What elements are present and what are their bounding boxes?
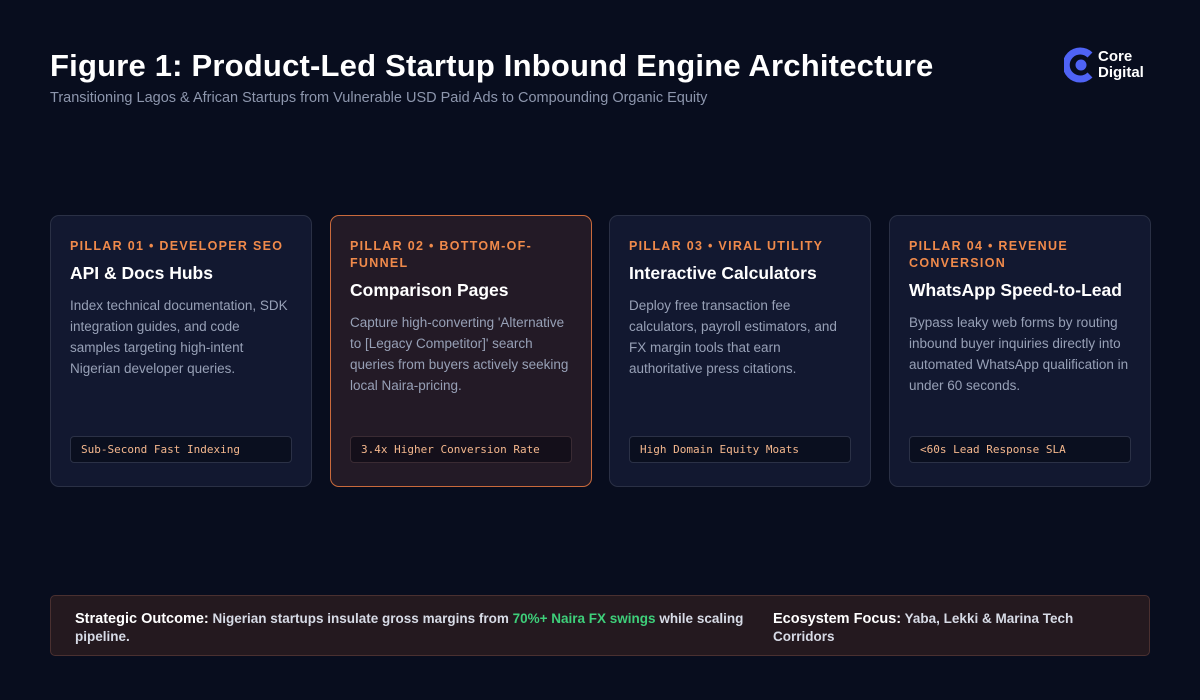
pillar-title: WhatsApp Speed-to-Lead: [909, 280, 1122, 300]
strategic-outcome-text-before: Nigerian startups insulate gross margins…: [212, 611, 509, 626]
pillar-card-revenue-conversion: PILLAR 04 • REVENUE CONVERSION WhatsApp …: [889, 215, 1151, 487]
page-subtitle: Transitioning Lagos & African Startups f…: [50, 90, 708, 106]
pillar-tag: PILLAR 04 • REVENUE CONVERSION: [909, 239, 1068, 270]
pillar-cards: PILLAR 01 • DEVELOPER SEO API & Docs Hub…: [50, 215, 1151, 487]
brand-name-line2: Digital: [1098, 64, 1144, 81]
page: Figure 1: Product-Led Startup Inbound En…: [0, 0, 1200, 700]
brand-name-line1: Core: [1098, 48, 1133, 65]
pillar-metric-badge: Sub-Second Fast Indexing: [70, 436, 292, 463]
pillar-description: Capture high-converting 'Alternative to …: [350, 315, 569, 393]
core-digital-logo-icon: [1062, 43, 1096, 87]
pillar-tag: PILLAR 01 • DEVELOPER SEO: [70, 239, 284, 253]
strategic-outcome-label: Strategic Outcome:: [75, 611, 209, 627]
strategic-outcome: Strategic Outcome: Nigerian startups ins…: [75, 610, 755, 645]
pillar-description: Index technical documentation, SDK integ…: [70, 298, 288, 376]
brand-logo: Core Digital: [1062, 43, 1164, 87]
pillar-title: Interactive Calculators: [629, 263, 817, 283]
pillar-card-bottom-of-funnel: PILLAR 02 • BOTTOM-OF-FUNNEL Comparison …: [330, 215, 592, 487]
pillar-title: API & Docs Hubs: [70, 263, 213, 283]
pillar-metric-badge: High Domain Equity Moats: [629, 436, 851, 463]
strategic-outcome-highlight: 70%+ Naira FX swings: [512, 611, 656, 626]
pillar-card-developer-seo: PILLAR 01 • DEVELOPER SEO API & Docs Hub…: [50, 215, 312, 487]
brand-name: Core Digital: [1098, 49, 1144, 81]
pillar-metric-badge: 3.4x Higher Conversion Rate: [350, 436, 572, 463]
pillar-tag: PILLAR 03 • VIRAL UTILITY: [629, 239, 824, 253]
pillar-metric-badge: <60s Lead Response SLA: [909, 436, 1131, 463]
page-title: Figure 1: Product-Led Startup Inbound En…: [50, 48, 934, 83]
outcome-banner: Strategic Outcome: Nigerian startups ins…: [50, 595, 1150, 656]
pillar-description: Bypass leaky web forms by routing inboun…: [909, 315, 1129, 393]
pillar-title: Comparison Pages: [350, 280, 509, 300]
ecosystem-focus-label: Ecosystem Focus:: [773, 611, 902, 627]
pillar-card-viral-utility: PILLAR 03 • VIRAL UTILITY Interactive Ca…: [609, 215, 871, 487]
ecosystem-focus: Ecosystem Focus: Yaba, Lekki & Marina Te…: [773, 610, 1123, 645]
pillar-tag: PILLAR 02 • BOTTOM-OF-FUNNEL: [350, 239, 533, 270]
pillar-description: Deploy free transaction fee calculators,…: [629, 298, 837, 376]
